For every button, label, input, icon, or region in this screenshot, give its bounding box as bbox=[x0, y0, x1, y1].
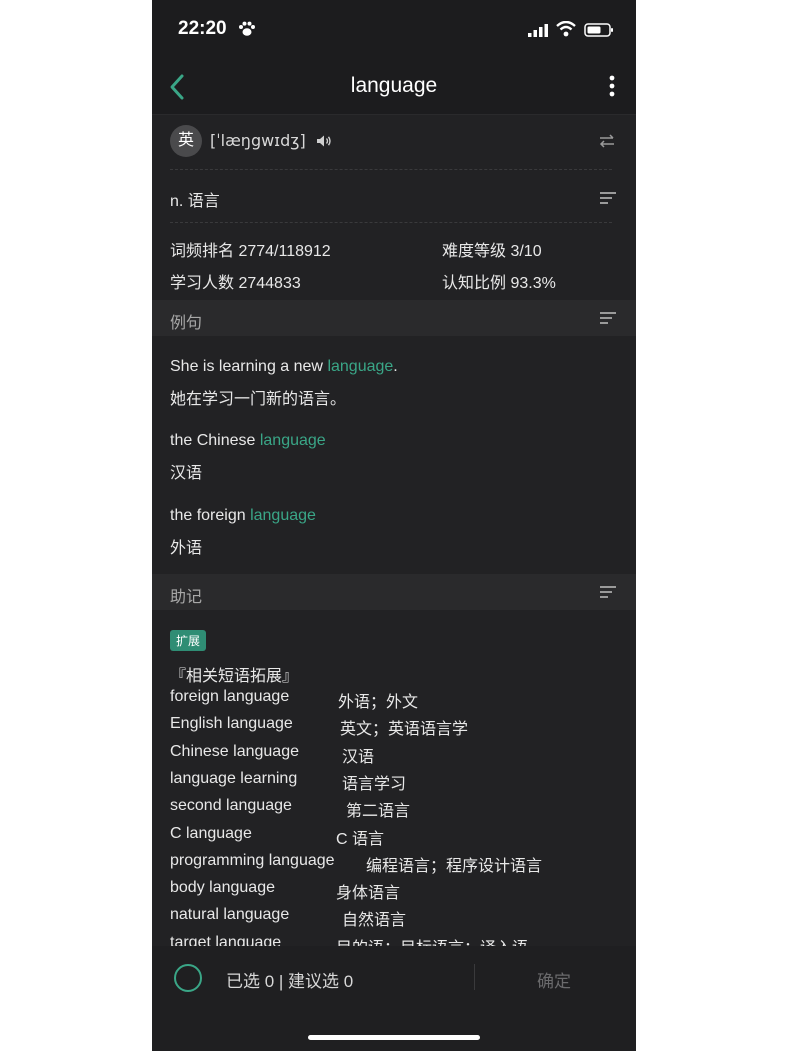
phrase-section-title: 『相关短语拓展』 bbox=[170, 668, 299, 685]
phrase-en: body language bbox=[170, 879, 275, 897]
phrase-en: second language bbox=[170, 797, 292, 815]
status-time: 22:20 bbox=[178, 18, 227, 39]
page-title: language bbox=[350, 74, 438, 97]
swap-icon[interactable] bbox=[598, 134, 616, 148]
confirm-button[interactable]: 确定 bbox=[537, 967, 571, 992]
phrase-en: English language bbox=[170, 715, 293, 733]
phrase-cn: 语言学习 bbox=[342, 775, 407, 793]
phrase-en: C language bbox=[170, 824, 252, 842]
paw-icon bbox=[239, 21, 255, 36]
example-en: the foreign language bbox=[170, 507, 316, 524]
difficulty-level: 难度等级 3/10 bbox=[442, 243, 542, 260]
sort-icon[interactable] bbox=[600, 586, 616, 598]
example-cn: 外语 bbox=[170, 540, 203, 557]
phrase-cn: 第二语言 bbox=[346, 803, 411, 821]
footer-divider bbox=[474, 964, 475, 990]
sort-icon[interactable] bbox=[600, 312, 616, 324]
recognition-ratio: 认知比例 93.3% bbox=[442, 275, 556, 292]
examples-title: 例句 bbox=[170, 315, 203, 332]
sort-icon[interactable] bbox=[600, 192, 616, 204]
examples-panel: She is learning a new language. 她在学习一门新的… bbox=[152, 336, 636, 574]
example-cn: 汉语 bbox=[170, 465, 203, 482]
phrase-en: Chinese language bbox=[170, 742, 299, 760]
phrase-cn: C 语言 bbox=[336, 830, 385, 848]
phrase-cn: 外语；外文 bbox=[338, 694, 419, 711]
phrase-en: programming language bbox=[170, 851, 335, 869]
phrase-cn: 汉语 bbox=[342, 748, 375, 766]
phonetic-text: [ˈlæŋgwɪdʒ] bbox=[210, 131, 306, 150]
status-bar: 22:20 bbox=[152, 0, 636, 62]
phrase-en: natural language bbox=[170, 906, 290, 924]
phone-screen: 22:20 language 英 [ˈlæŋgwɪdʒ] n. 语言 词频排名 … bbox=[152, 0, 636, 1051]
example-cn: 她在学习一门新的语言。 bbox=[170, 391, 347, 408]
phrase-cn: 编程语言；程序设计语言 bbox=[366, 857, 543, 875]
phrase-cn: 身体语言 bbox=[336, 885, 401, 903]
home-indicator[interactable] bbox=[308, 1035, 480, 1040]
select-all-radio[interactable] bbox=[174, 964, 202, 992]
phrase-en: foreign language bbox=[170, 688, 290, 705]
examples-header: 例句 bbox=[152, 300, 636, 336]
phrase-en: target language bbox=[170, 933, 282, 946]
speaker-icon[interactable] bbox=[316, 134, 332, 148]
pronunciation-badge: 英 bbox=[170, 125, 202, 157]
phrase-cn: 英文；英语语言学 bbox=[340, 721, 469, 739]
signal-icon bbox=[528, 24, 548, 37]
phrase-en: language learning bbox=[170, 769, 298, 787]
more-options-icon[interactable] bbox=[606, 74, 618, 98]
word-info-panel: 英 [ˈlæŋgwɪdʒ] n. 语言 词频排名 2774/118912 难度等… bbox=[152, 115, 636, 300]
definition-text: n. 语言 bbox=[170, 193, 220, 210]
mnemonic-header: 助记 bbox=[152, 574, 636, 610]
nav-bar: language bbox=[152, 62, 636, 115]
mnemonic-title: 助记 bbox=[170, 589, 203, 606]
phrase-cn: 目的语；目标语言；译入语 bbox=[336, 934, 528, 946]
selection-count: 已选 0 | 建议选 0 bbox=[226, 972, 354, 991]
learner-count: 学习人数 2744833 bbox=[170, 275, 301, 292]
example-en: She is learning a new language. bbox=[170, 358, 398, 375]
wifi-icon bbox=[556, 21, 576, 37]
expand-badge: 扩展 bbox=[170, 630, 207, 651]
example-en: the Chinese language bbox=[170, 432, 326, 449]
battery-icon bbox=[584, 23, 613, 37]
frequency-rank: 词频排名 2774/118912 bbox=[170, 243, 331, 260]
phrase-cn: 自然语言 bbox=[342, 912, 407, 930]
mnemonic-panel: 扩展 『相关短语拓展』 foreign language 外语；外文 English… bbox=[152, 610, 636, 946]
